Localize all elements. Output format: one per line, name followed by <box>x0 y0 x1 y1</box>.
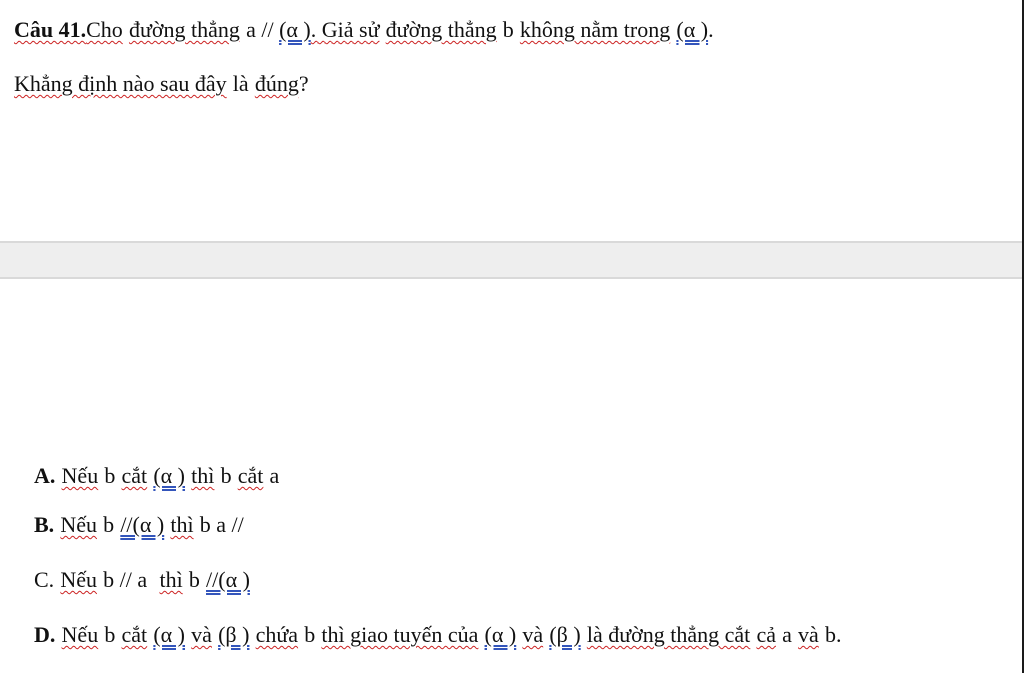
option-label: D. <box>34 622 56 647</box>
question-text: . <box>708 17 714 42</box>
option-text: thì <box>170 512 194 537</box>
option-c: C. Nếu b // a thì b//(α ) <box>34 566 250 594</box>
option-text: thì <box>159 567 183 592</box>
option-a: A. Nếu b cắt (α ) thì b cắt a <box>34 462 279 490</box>
question-text: ? <box>298 71 309 96</box>
option-text: cắt <box>121 622 148 647</box>
plane-alpha: (α ) <box>279 17 311 42</box>
option-text: b <box>188 567 200 592</box>
option-text: b a // <box>199 512 244 537</box>
question-text: là <box>232 71 249 96</box>
option-text: cắt <box>121 463 148 488</box>
option-text: a <box>269 463 280 488</box>
question-text: đường thẳng <box>128 17 240 42</box>
option-text: Nếu <box>60 512 97 537</box>
option-text: là đường thẳng cắt <box>586 622 751 647</box>
option-d: D. Nếu b cắt (α ) và (β ) chứa b thì giao tuyến c… <box>34 621 841 649</box>
option-label: B. <box>34 512 55 537</box>
plane-alpha: (α ) <box>153 463 186 488</box>
option-text: và <box>191 622 212 647</box>
option-text: b. <box>824 622 842 647</box>
option-text: a <box>782 622 792 647</box>
question-number: Câu 41. <box>14 17 87 42</box>
page-break-band <box>0 241 1022 279</box>
plane-alpha: (α ) <box>484 622 517 647</box>
option-b: B. Nếu b//(α ) thì b a // <box>34 511 244 539</box>
plane-alpha: (α ) <box>153 622 186 647</box>
option-text: b <box>104 622 116 647</box>
question-text: đúng <box>254 71 299 96</box>
plane-alpha: //(α ) <box>120 512 165 537</box>
option-text: chứa <box>255 622 299 647</box>
option-label: A. <box>34 463 56 488</box>
option-text: b <box>304 622 316 647</box>
question-text: Cho <box>86 17 123 42</box>
question-text: không nằm trong <box>519 17 671 42</box>
question-line-2: Khẳng định nào sau đây là đúng? <box>14 70 309 98</box>
option-text: thì giao tuyến của <box>321 622 479 647</box>
question-text: . Giả sử <box>310 17 380 42</box>
option-text: Nếu <box>61 622 99 647</box>
option-text: b <box>220 463 232 488</box>
option-text: b // a <box>103 567 148 592</box>
option-text: Nếu <box>60 567 97 592</box>
option-text: cả <box>756 622 776 647</box>
option-text: b <box>103 512 115 537</box>
plane-beta: (β ) <box>218 622 250 647</box>
question-text: đường thẳng <box>385 17 497 42</box>
question-text: Khẳng định nào sau đây <box>14 71 227 96</box>
option-text: và <box>522 622 544 647</box>
question-line-1: Câu 41.Cho đường thẳng a // (α ). Giả sử đư… <box>14 16 714 44</box>
option-text: cắt <box>237 463 264 488</box>
plane-beta: (β ) <box>549 622 581 647</box>
option-text: và <box>798 622 819 647</box>
option-label: C. <box>34 567 55 592</box>
option-text: b <box>104 463 116 488</box>
question-text: a // <box>246 17 280 42</box>
question-text: b <box>502 17 514 42</box>
document-page: Câu 41.Cho đường thẳng a // (α ). Giả sử đư… <box>0 0 1024 673</box>
option-text: Nếu <box>61 463 99 488</box>
option-text: thì <box>191 463 215 488</box>
plane-alpha: (α ) <box>676 17 709 42</box>
plane-alpha: //(α ) <box>206 567 250 592</box>
